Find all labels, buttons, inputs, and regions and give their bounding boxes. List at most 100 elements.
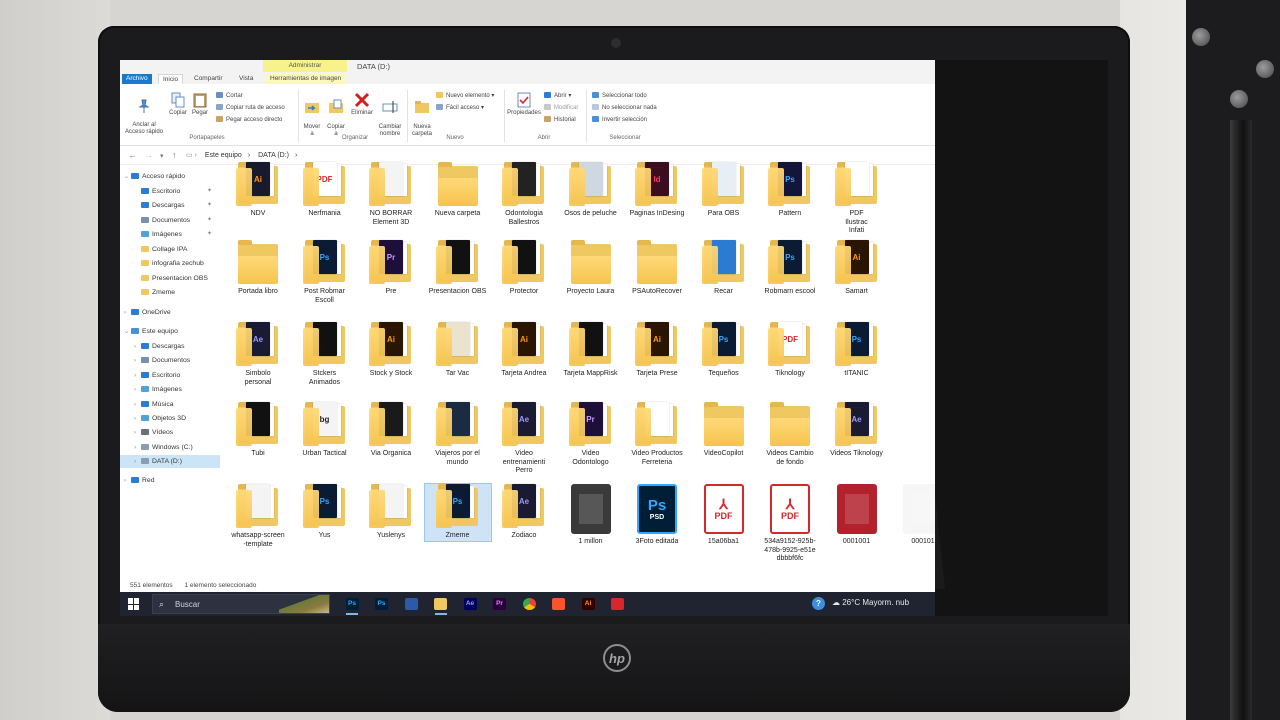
- collapsed-chevron-icon[interactable]: ›: [134, 427, 141, 440]
- collapsed-chevron-icon[interactable]: ›: [134, 413, 141, 426]
- forward-arrow-icon[interactable]: →: [144, 150, 153, 160]
- folder-item[interactable]: Ps Pattern: [757, 162, 823, 219]
- folder-item[interactable]: Presentacion OBS: [425, 240, 491, 297]
- file-explorer-icon[interactable]: [429, 595, 453, 615]
- folder-item[interactable]: NO BORRAR Element 3D: [358, 162, 424, 227]
- nav-item-6[interactable]: infografia zechub: [120, 257, 220, 270]
- nav-item-20[interactable]: › Red: [120, 474, 220, 487]
- copy-to-button[interactable]: Copiar a: [325, 92, 347, 138]
- nav-item-7[interactable]: Presentacion OBS: [120, 272, 220, 285]
- folder-item[interactable]: Recar: [691, 240, 757, 297]
- tab-inicio[interactable]: Inicio: [158, 74, 184, 84]
- task-view-icon[interactable]: [399, 595, 423, 613]
- folder-item[interactable]: bg Urban Tactical: [292, 402, 358, 459]
- folder-item[interactable]: Via Organica: [358, 402, 424, 459]
- folder-item[interactable]: PDF Ilustrac Infati: [824, 162, 890, 236]
- photoshop-icon[interactable]: Ps: [370, 595, 394, 613]
- file-item[interactable]: ⅄ PDF 534a9152-925b- 478b-9925-e51e dbbbf6…: [757, 484, 823, 564]
- illustrator-icon[interactable]: Ai: [576, 595, 600, 613]
- nav-item-14[interactable]: › Imágenes: [120, 383, 220, 396]
- folder-item[interactable]: Id Paginas InDesing: [624, 162, 690, 219]
- nav-item-15[interactable]: › Música: [120, 398, 220, 411]
- premiere-icon[interactable]: Pr: [488, 595, 512, 613]
- delete-button[interactable]: Eliminar: [350, 92, 374, 117]
- nav-item-5[interactable]: Collage IPA: [120, 243, 220, 256]
- nav-item-12[interactable]: › Documentos: [120, 354, 220, 367]
- invert-selection-button[interactable]: Invertir selección: [592, 116, 647, 124]
- after-effects-icon[interactable]: Ae: [458, 595, 482, 613]
- breadcrumb-data-d[interactable]: DATA (D:): [258, 152, 289, 159]
- rename-button[interactable]: Cambiar nombre: [376, 92, 404, 138]
- copy-button[interactable]: Copiar: [168, 92, 188, 117]
- collapsed-chevron-icon[interactable]: ›: [134, 341, 141, 354]
- folder-item[interactable]: Videos Cambio de fondo: [757, 402, 823, 467]
- expanded-chevron-icon[interactable]: ⌄: [124, 326, 131, 339]
- paste-button[interactable]: Pegar: [190, 92, 210, 117]
- nav-item-16[interactable]: › Objetos 3D: [120, 412, 220, 425]
- chrome-icon[interactable]: [517, 595, 541, 613]
- nav-item-9[interactable]: › OneDrive: [120, 306, 220, 319]
- nav-item-1[interactable]: Escritorio ✦: [120, 185, 220, 198]
- up-arrow-icon[interactable]: ↑: [172, 150, 177, 160]
- nav-item-10[interactable]: ⌄ Este equipo: [120, 325, 220, 338]
- folder-item[interactable]: Ai Tarjeta Prese: [624, 322, 690, 379]
- brave-icon[interactable]: [547, 595, 571, 613]
- paste-shortcut-button[interactable]: Pegar acceso directo: [216, 116, 282, 124]
- folder-item[interactable]: Osos de peluche: [558, 162, 624, 219]
- help-icon[interactable]: ?: [812, 597, 825, 610]
- folder-item[interactable]: Yuslenys: [358, 484, 424, 541]
- tab-compartir[interactable]: Compartir: [190, 74, 227, 84]
- folder-item[interactable]: Pr Pre: [358, 240, 424, 297]
- folder-item[interactable]: Viajeros por el mundo: [425, 402, 491, 467]
- file-item[interactable]: 0001001: [824, 484, 890, 547]
- file-item[interactable]: Ps PSD 3Foto editada: [624, 484, 690, 547]
- expanded-chevron-icon[interactable]: ⌄: [124, 171, 131, 184]
- tab-herramientas-imagen[interactable]: Herramientas de imagen: [266, 74, 346, 84]
- nav-item-11[interactable]: › Descargas: [120, 340, 220, 353]
- folder-item[interactable]: whatsapp-screen -template: [225, 484, 291, 549]
- properties-button[interactable]: Propiedades: [506, 92, 542, 117]
- folder-item[interactable]: Ae Zodiaco: [491, 484, 557, 541]
- photoshop-icon[interactable]: Ps: [340, 595, 364, 615]
- pin-quick-access-button[interactable]: Anclar al Acceso rápido: [124, 92, 164, 136]
- breadcrumb-este-equipo[interactable]: Este equipo: [205, 152, 242, 159]
- breadcrumb[interactable]: ▭ › Este equipo › DATA (D:) ›: [186, 149, 303, 163]
- edit-button[interactable]: Modificar: [544, 104, 578, 112]
- folder-item[interactable]: Ae Videos Tiknology: [824, 402, 890, 459]
- folder-item[interactable]: Ai Stock y Stock: [358, 322, 424, 379]
- folder-item[interactable]: VideoCopilot: [691, 402, 757, 459]
- back-arrow-icon[interactable]: ←: [128, 150, 137, 160]
- folder-item[interactable]: Ai Tarjeta Andrea: [491, 322, 557, 379]
- collapsed-chevron-icon[interactable]: ›: [134, 456, 141, 469]
- history-button[interactable]: Historial: [544, 116, 576, 124]
- nav-item-17[interactable]: › Vídeos: [120, 426, 220, 439]
- folder-item[interactable]: Portada libro: [225, 240, 291, 297]
- select-all-button[interactable]: Seleccionar todo: [592, 92, 647, 100]
- collapsed-chevron-icon[interactable]: ›: [134, 399, 141, 412]
- cut-button[interactable]: Cortar: [216, 92, 243, 100]
- collapsed-chevron-icon[interactable]: ›: [134, 442, 141, 455]
- folder-item[interactable]: Protector: [491, 240, 557, 297]
- move-to-button[interactable]: Mover a: [301, 92, 323, 138]
- acrobat-icon[interactable]: [606, 595, 630, 613]
- folder-item[interactable]: Para OBS: [691, 162, 757, 219]
- nav-item-13[interactable]: › Escritorio: [120, 369, 220, 382]
- folder-item[interactable]: Ai NDV: [225, 162, 291, 219]
- nav-item-18[interactable]: › Windows (C:): [120, 441, 220, 454]
- nav-item-3[interactable]: Documentos ✦: [120, 214, 220, 227]
- new-folder-button[interactable]: Nueva carpeta: [410, 92, 434, 138]
- tab-vista[interactable]: Vista: [235, 74, 257, 84]
- folder-item[interactable]: Ps Yus: [292, 484, 358, 541]
- folder-item[interactable]: Video Productos Ferreteria: [624, 402, 690, 467]
- folder-item[interactable]: Ps tITANIC: [824, 322, 890, 379]
- folder-item[interactable]: PSAutoRecover: [624, 240, 690, 297]
- folder-item[interactable]: Proyecto Laura: [558, 240, 624, 297]
- folder-item[interactable]: Tubi: [225, 402, 291, 459]
- nav-item-19[interactable]: › DATA (D:): [120, 455, 220, 468]
- copy-path-button[interactable]: Copiar ruta de acceso: [216, 104, 285, 112]
- folder-item[interactable]: Ae Simbolo personal: [225, 322, 291, 387]
- tab-archivo[interactable]: Archivo: [122, 74, 152, 84]
- nav-item-4[interactable]: Imágenes ✦: [120, 228, 220, 241]
- taskbar-search[interactable]: ⌕ Buscar: [152, 594, 330, 614]
- file-item[interactable]: 1 millon: [558, 484, 624, 547]
